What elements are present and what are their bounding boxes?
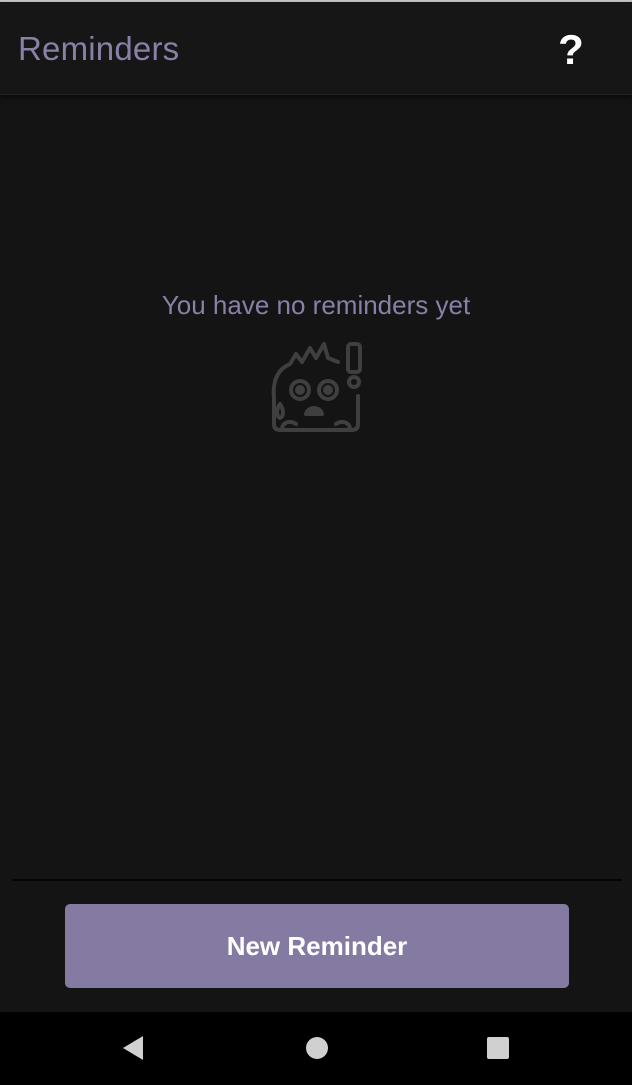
home-circle-icon (306, 1037, 328, 1059)
recents-nav-button[interactable] (468, 1026, 528, 1070)
home-nav-button[interactable] (287, 1026, 347, 1070)
back-triangle-icon (123, 1036, 143, 1060)
bottom-divider (12, 879, 622, 881)
new-reminder-button[interactable]: New Reminder (65, 904, 569, 988)
empty-state-message: You have no reminders yet (161, 290, 471, 320)
app-screen: Reminders ? You have no reminders yet Ne… (0, 0, 632, 1085)
recents-square-icon (487, 1037, 509, 1059)
back-nav-button[interactable] (103, 1026, 163, 1070)
help-button[interactable]: ? (545, 22, 597, 78)
app-bar: Reminders ? (0, 2, 632, 95)
system-nav-bar (0, 1012, 632, 1085)
page-title: Reminders (18, 30, 180, 67)
surprised-creature-icon (271, 342, 362, 432)
